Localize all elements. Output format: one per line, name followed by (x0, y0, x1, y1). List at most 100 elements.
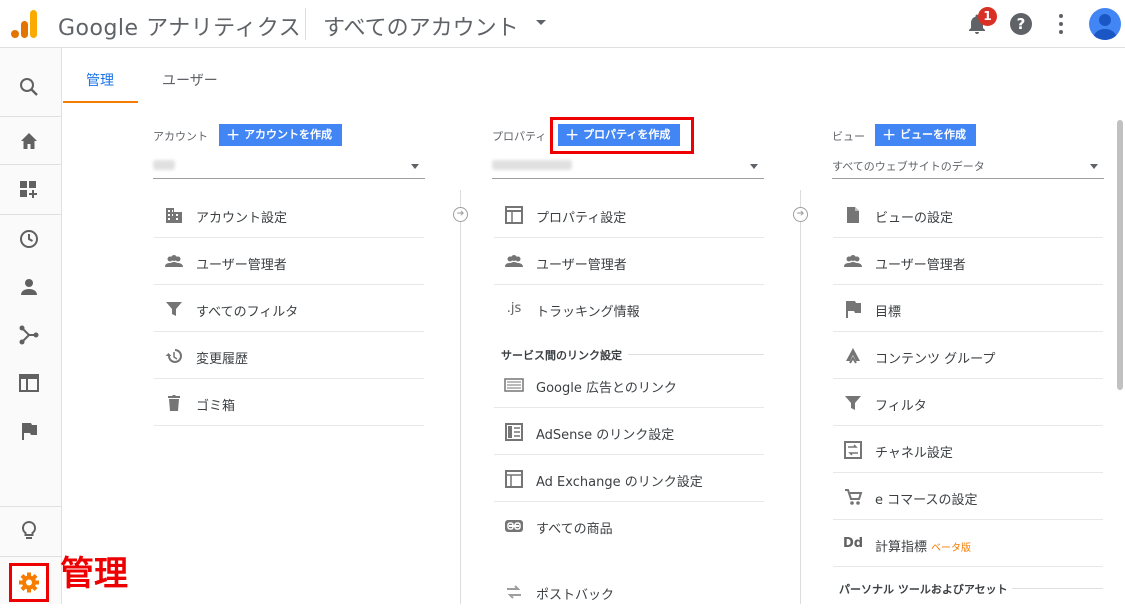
tracking-info-item[interactable]: .js トラッキング情報 (494, 285, 764, 332)
account-avatar[interactable] (1089, 8, 1121, 40)
account-user-management-item[interactable]: ユーザー管理者 (154, 238, 424, 285)
trash-item[interactable]: ゴミ箱 (154, 379, 424, 426)
channel-settings-item[interactable]: チャネル設定 (833, 426, 1103, 473)
account-settings-label: アカウント設定 (196, 211, 288, 226)
lightbulb-icon[interactable] (18, 520, 40, 542)
customization-icon[interactable] (18, 179, 40, 201)
channel-settings-label: チャネル設定 (875, 446, 953, 461)
cart-icon (845, 489, 863, 505)
account-user-management-label: ユーザー管理者 (196, 258, 287, 273)
adexchange-icon (505, 470, 523, 488)
nav-divider (0, 506, 62, 507)
users-icon (505, 255, 523, 267)
more-options-icon[interactable] (1055, 13, 1067, 35)
property-user-management-item[interactable]: ユーザー管理者 (494, 238, 764, 285)
view-user-management-item[interactable]: ユーザー管理者 (833, 238, 1103, 285)
conversions-flag-icon[interactable] (18, 420, 40, 442)
adsense-link-item[interactable]: AdSense のリンク設定 (494, 408, 764, 455)
vertical-scrollbar[interactable] (1117, 120, 1123, 390)
view-settings-item[interactable]: ビューの設定 (833, 191, 1103, 238)
chevron-down-icon[interactable] (1090, 164, 1098, 169)
all-filters-label: すべてのフィルタ (196, 305, 299, 320)
filter-icon (166, 302, 182, 316)
ad-exchange-link-item[interactable]: Ad Exchange のリンク設定 (494, 455, 764, 502)
calculated-metrics-item[interactable]: Dd 計算指標 ベータ版 (833, 520, 1103, 567)
filter-icon (845, 396, 861, 410)
link-icon (505, 520, 523, 532)
goals-item[interactable]: 目標 (833, 285, 1103, 332)
section-divider (1012, 588, 1103, 589)
nav-divider (0, 214, 62, 215)
nav-divider (0, 116, 62, 117)
all-products-item[interactable]: すべての商品 (494, 502, 764, 549)
chevron-down-icon[interactable] (411, 164, 419, 169)
account-selector-dropdown[interactable] (153, 155, 425, 179)
window-icon (505, 206, 523, 224)
redacted-property-name (492, 160, 572, 170)
account-selector[interactable]: すべてのアカウント (323, 10, 519, 42)
users-icon (844, 255, 862, 267)
create-view-button[interactable]: + ビューを作成 (875, 124, 976, 146)
help-icon[interactable]: ? (1010, 13, 1032, 35)
content-grouping-item[interactable]: コンテンツ グループ (833, 332, 1103, 379)
tab-user[interactable]: ユーザー (162, 70, 218, 90)
notification-count-badge: 1 (978, 7, 997, 26)
create-account-label: アカウントを作成 (244, 128, 332, 141)
nav-divider (0, 556, 62, 557)
account-settings-item[interactable]: アカウント設定 (154, 191, 424, 238)
users-icon (165, 255, 183, 267)
chevron-down-icon[interactable] (536, 20, 546, 25)
home-icon[interactable] (18, 130, 40, 152)
ecommerce-settings-item[interactable]: e コマースの設定 (833, 473, 1103, 520)
content-group-icon (846, 348, 860, 364)
view-column-header: ビュー + ビューを作成 (832, 124, 1104, 146)
person-icon (1093, 14, 1117, 40)
create-view-label: ビューを作成 (900, 128, 966, 141)
tracking-info-label: トラッキング情報 (536, 305, 640, 320)
create-account-button[interactable]: + アカウントを作成 (219, 124, 342, 146)
personal-tools-heading: パーソナル ツールおよびアセット (839, 583, 1008, 596)
admin-tabs: 管理 ユーザー (63, 55, 1125, 104)
postback-label: ポストバック (536, 588, 615, 603)
left-nav (0, 48, 62, 604)
google-ads-link-label: Google 広告とのリンク (536, 381, 677, 396)
column-divider (800, 190, 801, 604)
channel-icon (844, 441, 862, 459)
gear-icon[interactable] (12, 566, 46, 599)
clock-icon[interactable] (18, 228, 40, 250)
ecommerce-settings-label: e コマースの設定 (875, 493, 978, 508)
view-filters-item[interactable]: フィルタ (833, 379, 1103, 426)
analytics-logo-icon[interactable] (10, 9, 40, 39)
postback-item[interactable]: ポストバック (494, 568, 764, 615)
chevron-down-icon[interactable] (750, 164, 758, 169)
admin-gear-highlight[interactable] (9, 563, 49, 602)
view-filters-label: フィルタ (875, 399, 927, 414)
google-ads-link-item[interactable]: Google 広告とのリンク (494, 361, 764, 408)
beta-badge: ベータ版 (931, 543, 972, 554)
acquisition-icon[interactable] (18, 324, 40, 346)
ad-exchange-link-label: Ad Exchange のリンク設定 (536, 475, 703, 490)
search-icon[interactable] (18, 76, 40, 98)
audience-person-icon[interactable] (18, 276, 40, 298)
calculated-metrics-label: 計算指標 (875, 540, 928, 555)
property-settings-item[interactable]: プロパティ設定 (494, 191, 764, 238)
admin-annotation-label: 管理 (60, 554, 128, 594)
header-divider (305, 8, 306, 40)
account-column-label: アカウント (153, 130, 208, 143)
arrow-right-icon: ➔ (793, 207, 808, 222)
view-user-management-label: ユーザー管理者 (875, 258, 966, 273)
behavior-window-icon[interactable] (18, 372, 40, 394)
account-column-header: アカウント + アカウントを作成 (153, 124, 425, 146)
property-selector-dropdown[interactable] (492, 155, 764, 179)
property-column-label: プロパティ (492, 130, 547, 143)
view-settings-label: ビューの設定 (875, 211, 954, 226)
change-history-item[interactable]: 変更履歴 (154, 332, 424, 379)
view-selector-dropdown[interactable]: すべてのウェブサイトのデータ (832, 155, 1104, 179)
tab-admin[interactable]: 管理 (86, 70, 114, 90)
plus-icon: + (226, 125, 241, 145)
js-icon: .js (506, 301, 522, 316)
property-user-management-label: ユーザー管理者 (536, 258, 627, 273)
all-filters-item[interactable]: すべてのフィルタ (154, 285, 424, 332)
plus-icon: + (882, 125, 897, 145)
change-history-label: 変更履歴 (196, 352, 249, 367)
